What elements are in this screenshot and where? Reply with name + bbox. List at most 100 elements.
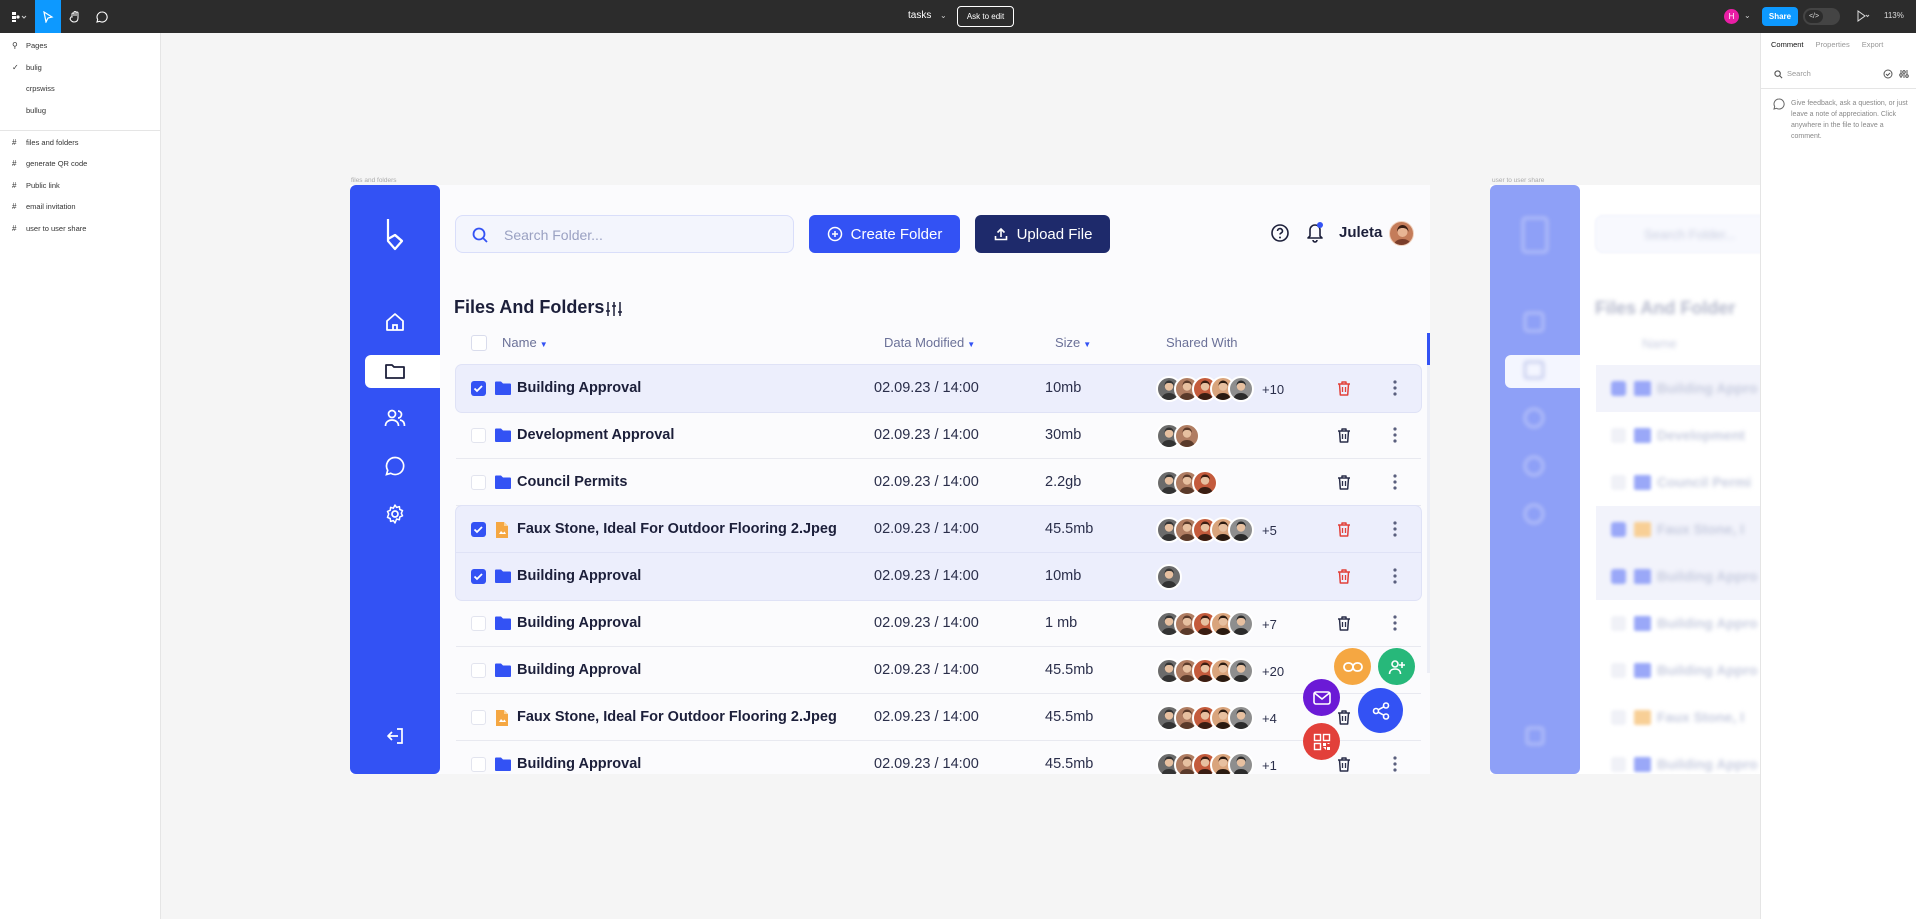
table-row[interactable]: Building Appro xyxy=(1596,741,1760,774)
comment-search-input[interactable]: Search xyxy=(1771,67,1911,81)
shared-more-count[interactable]: +4 xyxy=(1262,711,1277,726)
ask-to-edit-button[interactable]: Ask to edit xyxy=(957,6,1014,27)
file-title[interactable]: tasks xyxy=(908,10,931,21)
item-name[interactable]: Building Appro xyxy=(1657,568,1758,584)
delete-button[interactable] xyxy=(1336,568,1352,585)
avatar[interactable] xyxy=(1174,423,1200,449)
filter-button[interactable] xyxy=(605,301,623,317)
app-logo[interactable] xyxy=(350,217,440,253)
column-header-date[interactable]: Data Modified ▼ xyxy=(884,335,975,350)
chevron-down-icon[interactable]: ⌄ xyxy=(940,11,947,20)
sidebar-item-users[interactable] xyxy=(350,407,440,429)
comment-tool-button[interactable] xyxy=(89,0,115,33)
item-name[interactable]: Building Appro xyxy=(1657,380,1758,396)
table-row[interactable]: Building Appro xyxy=(1596,647,1760,694)
add-user-button[interactable] xyxy=(1378,648,1415,685)
frame-layer[interactable]: # generate QR code xyxy=(0,156,160,170)
item-name[interactable]: Development Approval xyxy=(517,427,674,443)
resolve-icon[interactable] xyxy=(1883,69,1893,79)
row-checkbox[interactable] xyxy=(471,475,486,490)
row-checkbox[interactable] xyxy=(1611,381,1626,396)
row-checkbox[interactable] xyxy=(471,616,486,631)
row-checkbox[interactable] xyxy=(471,428,486,443)
search-icon[interactable]: ⚲ xyxy=(12,41,18,50)
delete-button[interactable] xyxy=(1336,615,1352,632)
table-row[interactable]: Building Appro xyxy=(1596,365,1760,412)
item-name[interactable]: Building Approval xyxy=(517,756,641,772)
item-name[interactable]: Faux Stone, I xyxy=(1657,521,1744,537)
shared-more-count[interactable]: +10 xyxy=(1262,382,1284,397)
table-row[interactable]: Building Approval 02.09.23 / 14:00 45.5mb +… xyxy=(456,741,1421,774)
page-item[interactable]: crpswiss xyxy=(0,81,160,95)
tab-export[interactable]: Export xyxy=(1862,40,1884,49)
frame-layer[interactable]: # Public link xyxy=(0,178,160,192)
row-checkbox[interactable] xyxy=(1611,569,1626,584)
row-checkbox[interactable] xyxy=(1611,710,1626,725)
move-tool-button[interactable] xyxy=(35,0,61,33)
table-row[interactable]: Building Approval 02.09.23 / 14:00 10mb +10 xyxy=(456,365,1421,412)
table-row[interactable]: Faux Stone, Ideal For Outdoor Flooring 2… xyxy=(456,506,1421,553)
item-name[interactable]: Building Approval xyxy=(517,615,641,631)
create-folder-button[interactable]: Create Folder xyxy=(809,215,960,253)
item-name[interactable]: Faux Stone, Ideal For Outdoor Flooring 2… xyxy=(517,709,837,725)
user-name[interactable]: Juleta xyxy=(1339,224,1382,241)
row-checkbox[interactable] xyxy=(471,757,486,772)
avatar[interactable] xyxy=(1228,611,1254,637)
tab-comment[interactable]: Comment xyxy=(1771,40,1804,49)
more-options-button[interactable] xyxy=(1393,521,1397,537)
more-options-button[interactable] xyxy=(1393,474,1397,490)
pages-header[interactable]: ⚲ Pages xyxy=(0,38,160,52)
more-options-button[interactable] xyxy=(1393,756,1397,772)
dev-mode-toggle[interactable]: </> xyxy=(1803,8,1840,25)
page-item[interactable]: bullug xyxy=(0,103,160,117)
column-header-name[interactable]: Name ▼ xyxy=(502,335,548,350)
user-avatar[interactable]: H xyxy=(1724,9,1739,24)
sidebar-item-home[interactable] xyxy=(350,311,440,333)
row-checkbox[interactable] xyxy=(1611,475,1626,490)
shared-more-count[interactable]: +20 xyxy=(1262,664,1284,679)
table-row[interactable]: Faux Stone, I xyxy=(1596,506,1760,553)
table-row[interactable]: Building Approval 02.09.23 / 14:00 10mb xyxy=(456,553,1421,600)
delete-button[interactable] xyxy=(1336,427,1352,444)
share-button[interactable]: Share xyxy=(1762,7,1798,26)
delete-button[interactable] xyxy=(1336,380,1352,397)
email-invite-button[interactable] xyxy=(1303,679,1340,716)
avatar[interactable] xyxy=(1192,470,1218,496)
row-checkbox[interactable] xyxy=(1611,663,1626,678)
item-name[interactable]: Building Approval xyxy=(517,380,641,396)
row-checkbox[interactable] xyxy=(471,522,486,537)
avatar[interactable] xyxy=(1156,564,1182,590)
table-row[interactable]: Development xyxy=(1596,412,1760,459)
search-folder-input[interactable]: Search Folder... xyxy=(455,215,794,253)
user-avatar[interactable] xyxy=(1389,221,1414,246)
figma-menu-button[interactable] xyxy=(6,0,32,33)
frame-layer[interactable]: # files and folders xyxy=(0,135,160,149)
more-options-button[interactable] xyxy=(1393,615,1397,631)
delete-button[interactable] xyxy=(1336,521,1352,538)
frame-label[interactable]: files and folders xyxy=(351,177,397,184)
generate-qr-button[interactable] xyxy=(1303,723,1340,760)
table-row[interactable]: Building Approval 02.09.23 / 14:00 45.5mb +… xyxy=(456,647,1421,694)
more-options-button[interactable] xyxy=(1393,568,1397,584)
tab-properties[interactable]: Properties xyxy=(1816,40,1850,49)
table-row[interactable]: Building Appro xyxy=(1596,553,1760,600)
table-row[interactable]: Faux Stone, I xyxy=(1596,694,1760,741)
upload-file-button[interactable]: Upload File xyxy=(975,215,1110,253)
copy-link-button[interactable] xyxy=(1334,648,1371,685)
item-name[interactable]: Council Permi xyxy=(1657,474,1751,490)
share-button[interactable] xyxy=(1358,688,1403,733)
avatar[interactable] xyxy=(1228,658,1254,684)
item-name[interactable]: Building Appro xyxy=(1657,662,1758,678)
notifications-button[interactable] xyxy=(1305,221,1325,243)
row-checkbox[interactable] xyxy=(1611,522,1626,537)
more-options-button[interactable] xyxy=(1393,380,1397,396)
chevron-down-icon[interactable]: ⌄ xyxy=(1744,11,1751,20)
hand-tool-button[interactable] xyxy=(62,0,88,33)
row-checkbox[interactable] xyxy=(471,381,486,396)
item-name[interactable]: Building Appro xyxy=(1657,615,1758,631)
avatar[interactable] xyxy=(1228,705,1254,731)
item-name[interactable]: Building Approval xyxy=(517,662,641,678)
delete-button[interactable] xyxy=(1336,756,1352,773)
shared-more-count[interactable]: +7 xyxy=(1262,617,1277,632)
select-all-checkbox[interactable] xyxy=(471,335,487,351)
